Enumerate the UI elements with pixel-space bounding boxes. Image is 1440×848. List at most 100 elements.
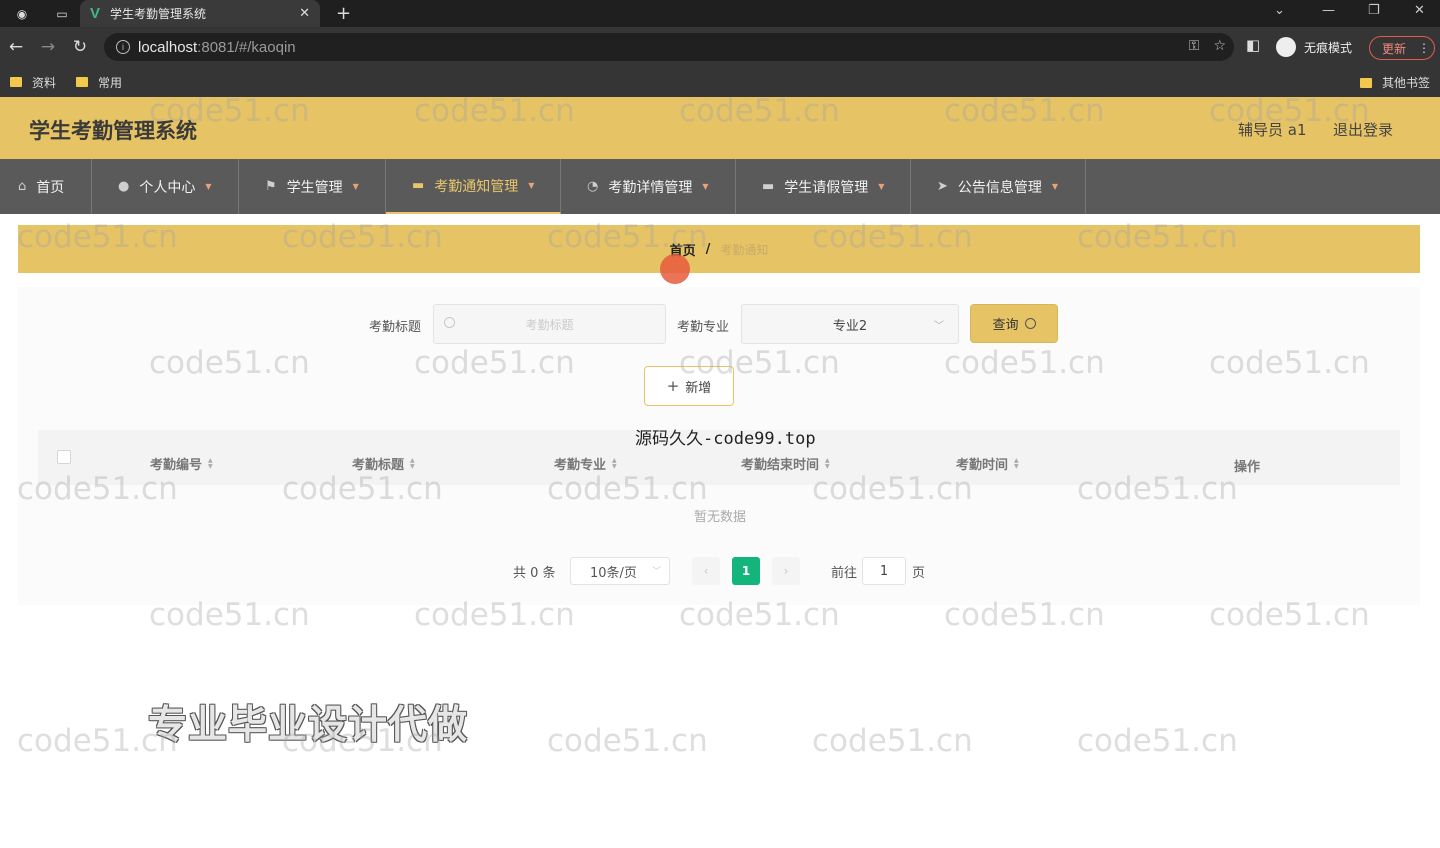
- major-select[interactable]: 专业2 ﹀: [741, 304, 959, 344]
- sort-icon[interactable]: ▲ ▼: [612, 457, 617, 470]
- caret-down-icon: ▼: [528, 181, 535, 190]
- window-close-icon[interactable]: ✕: [1414, 3, 1425, 18]
- plus-icon: +: [666, 377, 680, 395]
- site-info-icon[interactable]: i: [116, 40, 130, 54]
- page-size-value: 10条/页: [590, 565, 637, 581]
- bookmark-label: 常用: [98, 75, 123, 90]
- column-header-label: 考勤结束时间: [741, 458, 820, 473]
- browser-tab[interactable]: V 学生考勤管理系统 ✕: [80, 0, 320, 27]
- column-header-label: 考勤标题: [352, 458, 405, 473]
- prev-page-button[interactable]: ‹: [692, 557, 720, 585]
- close-tab-icon[interactable]: ✕: [299, 6, 310, 21]
- menu-item-student-management[interactable]: ⚑ 学生管理 ▼: [239, 159, 386, 214]
- caret-down-icon: ▼: [702, 182, 709, 191]
- bookmark-label: 资料: [32, 75, 57, 90]
- column-header-title[interactable]: 考勤标题 ▲ ▼: [352, 454, 415, 473]
- folder-icon: [1359, 77, 1372, 88]
- url-path: :8081/#/kaoqin: [197, 38, 296, 56]
- main-menu: ⌂ 首页 ● 个人中心 ▼ ⚑ 学生管理 ▼ ▬ 考勤通知管理 ▼ ◔ 考勤详情…: [0, 159, 1440, 214]
- menu-item-label: 首页: [36, 179, 65, 196]
- menu-item-label: 学生请假管理: [784, 179, 869, 196]
- tab-search-icon[interactable]: ▭: [54, 6, 70, 22]
- app-title: 学生考勤管理系统: [29, 119, 197, 143]
- logout-link[interactable]: 退出登录: [1333, 119, 1393, 140]
- column-header-label: 考勤专业: [554, 458, 607, 473]
- bookmarks-bar: 资料 常用 其他书签: [0, 67, 1440, 97]
- caret-down-icon: ▼: [352, 182, 359, 191]
- forward-icon[interactable]: →: [32, 37, 64, 57]
- menu-item-home[interactable]: ⌂ 首页: [0, 159, 92, 214]
- tab-title: 学生考勤管理系统: [110, 7, 207, 21]
- query-button-label: 查询: [992, 318, 1019, 333]
- query-button[interactable]: 查询: [970, 304, 1058, 343]
- column-header-time[interactable]: 考勤时间 ▲ ▼: [956, 454, 1019, 473]
- browser-logo-icon: ◉: [16, 6, 28, 21]
- click-indicator: [660, 254, 690, 284]
- sort-icon[interactable]: ▲ ▼: [410, 457, 415, 470]
- back-icon[interactable]: ←: [0, 37, 32, 57]
- address-bar: ← → ↻ i localhost:8081/#/kaoqin ⚿ ☆ ◧ 无痕…: [0, 27, 1440, 67]
- home-icon: ⌂: [18, 179, 27, 194]
- browser-tab-strip: ◉ ▭ V 学生考勤管理系统 ✕ + ⌄ — ❐ ✕: [0, 0, 1440, 27]
- app-header: 学生考勤管理系统 辅导员 a1 退出登录: [0, 97, 1440, 159]
- menu-item-personal-center[interactable]: ● 个人中心 ▼: [92, 159, 239, 214]
- minimize-icon[interactable]: —: [1322, 3, 1335, 18]
- monitor-icon: ▬: [762, 179, 775, 194]
- column-header-end-time[interactable]: 考勤结束时间 ▲ ▼: [741, 454, 830, 473]
- folder-icon: [10, 77, 22, 87]
- bookmark-folder-changyong[interactable]: 常用: [76, 74, 122, 91]
- sort-icon[interactable]: ▲ ▼: [1014, 457, 1019, 470]
- title-search-input[interactable]: 考勤标题: [433, 304, 666, 344]
- more-menu-icon[interactable]: ⋮: [1418, 41, 1430, 55]
- flag-icon: ⚑: [265, 179, 277, 194]
- bookmark-folder-ziliao[interactable]: 资料: [10, 74, 56, 91]
- side-panel-icon[interactable]: ◧: [1246, 36, 1260, 54]
- source-overlay-text: 源码久久-code99.top: [635, 429, 816, 449]
- caret-down-icon: ▼: [1051, 182, 1059, 191]
- other-bookmarks[interactable]: 其他书签: [1359, 74, 1430, 91]
- monitor-icon: ▬: [412, 178, 425, 193]
- column-header-label: 考勤时间: [956, 458, 1009, 473]
- menu-item-label: 公告信息管理: [957, 179, 1042, 196]
- goto-suffix: 页: [912, 566, 926, 581]
- page-size-select[interactable]: 10条/页 ﹀: [570, 557, 670, 585]
- menu-item-student-leave[interactable]: ▬ 学生请假管理 ▼: [736, 159, 911, 214]
- next-page-button[interactable]: ›: [772, 557, 800, 585]
- select-all-checkbox[interactable]: [57, 450, 71, 464]
- menu-item-announcement[interactable]: ➤ 公告信息管理 ▼: [911, 159, 1086, 214]
- url-input[interactable]: i localhost:8081/#/kaoqin ⚿ ☆: [104, 33, 1234, 61]
- watermark: code51.cn: [547, 723, 708, 759]
- tab-list-chevron-icon[interactable]: ⌄: [1274, 3, 1285, 18]
- goto-page-input[interactable]: 1: [862, 557, 906, 585]
- column-header-id[interactable]: 考勤编号 ▲ ▼: [150, 454, 213, 473]
- breadcrumb-separator: /: [705, 241, 711, 257]
- column-header-major[interactable]: 考勤专业 ▲ ▼: [554, 454, 617, 473]
- empty-table-text: 暂无数据: [693, 510, 746, 525]
- menu-item-label: 考勤详情管理: [608, 179, 693, 196]
- add-button-label: 新增: [685, 380, 712, 396]
- menu-item-attendance-detail[interactable]: ◔ 考勤详情管理 ▼: [561, 159, 736, 214]
- current-user: 辅导员 a1: [1238, 121, 1307, 139]
- restore-icon[interactable]: ❐: [1368, 3, 1380, 18]
- bookmark-star-icon[interactable]: ☆: [1213, 38, 1226, 54]
- title-search-placeholder: 考勤标题: [525, 317, 574, 332]
- add-button[interactable]: + 新增: [644, 366, 734, 406]
- title-filter-label: 考勤标题: [369, 320, 422, 335]
- watermark: code51.cn: [1077, 723, 1238, 759]
- menu-item-label: 个人中心: [139, 179, 196, 196]
- new-tab-icon[interactable]: +: [336, 3, 351, 24]
- sort-icon[interactable]: ▲ ▼: [825, 457, 830, 470]
- incognito-indicator[interactable]: 无痕模式: [1276, 37, 1352, 57]
- page-number-current[interactable]: 1: [732, 557, 760, 585]
- update-button[interactable]: 更新 ⋮: [1369, 36, 1435, 60]
- major-filter-label: 考勤专业: [677, 320, 730, 335]
- key-icon[interactable]: ⚿: [1189, 38, 1200, 54]
- url-host: localhost: [138, 38, 198, 56]
- menu-item-attendance-notice[interactable]: ▬ 考勤通知管理 ▼: [386, 159, 561, 214]
- caret-down-icon: ▼: [205, 182, 212, 191]
- other-bookmarks-label: 其他书签: [1381, 76, 1430, 90]
- reload-icon[interactable]: ↻: [64, 37, 96, 57]
- search-icon: [1024, 318, 1036, 329]
- sort-icon[interactable]: ▲ ▼: [208, 457, 213, 470]
- breadcrumb: 首页 / 考勤通知: [18, 225, 1420, 273]
